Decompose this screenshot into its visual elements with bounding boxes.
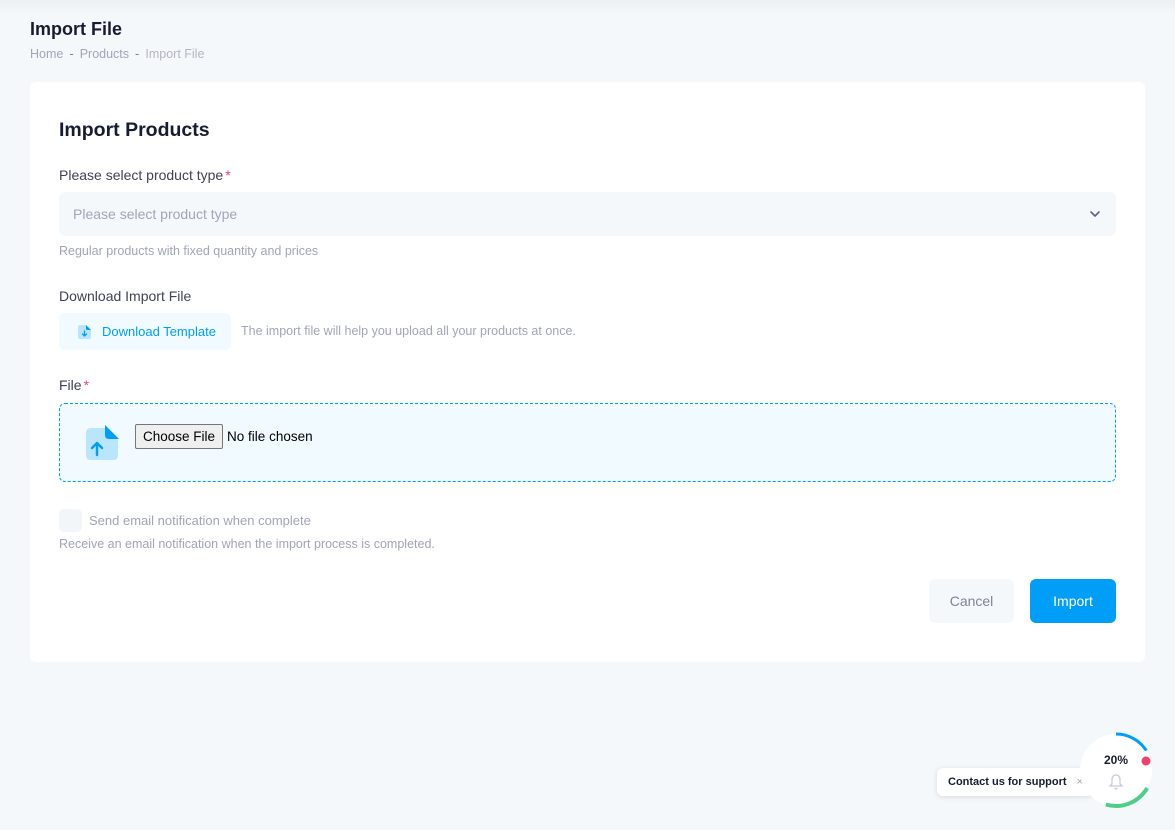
import-button[interactable]: Import [1030, 579, 1116, 623]
download-template-note: The import file will help you upload all… [241, 324, 576, 338]
email-notification-hint: Receive an email notification when the i… [59, 537, 435, 551]
breadcrumb-current: Import File [145, 46, 205, 61]
cancel-button[interactable]: Cancel [929, 579, 1014, 623]
progress-percent: 20% [1103, 753, 1129, 767]
contact-support-label: Contact us for support [948, 776, 1067, 788]
progress-ring [1078, 732, 1154, 808]
download-template-label: Download Template [102, 324, 216, 339]
breadcrumb-separator: - [69, 46, 74, 61]
upload-file-icon [86, 425, 119, 460]
topbar-shadow [0, 0, 1175, 14]
card-title: Import Products [59, 119, 210, 141]
bell-icon [1108, 774, 1124, 790]
choose-file-button[interactable]: Choose File [135, 424, 224, 449]
product-type-select[interactable]: Please select product type [59, 192, 1116, 236]
product-type-placeholder: Please select product type [73, 206, 238, 222]
breadcrumb-separator: - [135, 46, 140, 61]
file-input: Choose File No file chosen [135, 424, 313, 449]
onboarding-progress-widget[interactable]: 20% [1078, 732, 1158, 812]
email-notification-checkbox[interactable] [59, 509, 82, 532]
contact-support-pill[interactable]: Contact us for support × [937, 768, 1093, 796]
required-mark: * [225, 167, 231, 183]
chevron-down-icon [1090, 211, 1100, 217]
email-notification-label[interactable]: Send email notification when complete [89, 513, 311, 528]
required-mark: * [83, 377, 90, 393]
product-type-label-text: Please select product type [59, 167, 224, 183]
breadcrumb-products[interactable]: Products [80, 47, 129, 61]
breadcrumb-home[interactable]: Home [30, 47, 63, 61]
file-dropzone[interactable]: Choose File No file chosen [59, 403, 1116, 482]
file-label: File * [59, 377, 89, 393]
breadcrumb: Home - Products - Import File [30, 46, 204, 61]
file-label-text: File [59, 377, 82, 393]
download-file-icon [78, 324, 91, 339]
page-title: Import File [30, 19, 123, 39]
product-type-hint: Regular products with fixed quantity and… [59, 244, 319, 258]
download-template-button[interactable]: Download Template [59, 313, 231, 350]
import-products-card: Import Products Please select product ty… [30, 82, 1145, 662]
download-import-label: Download Import File [59, 288, 192, 304]
file-status: No file chosen [227, 429, 313, 444]
product-type-label: Please select product type * [59, 167, 231, 183]
